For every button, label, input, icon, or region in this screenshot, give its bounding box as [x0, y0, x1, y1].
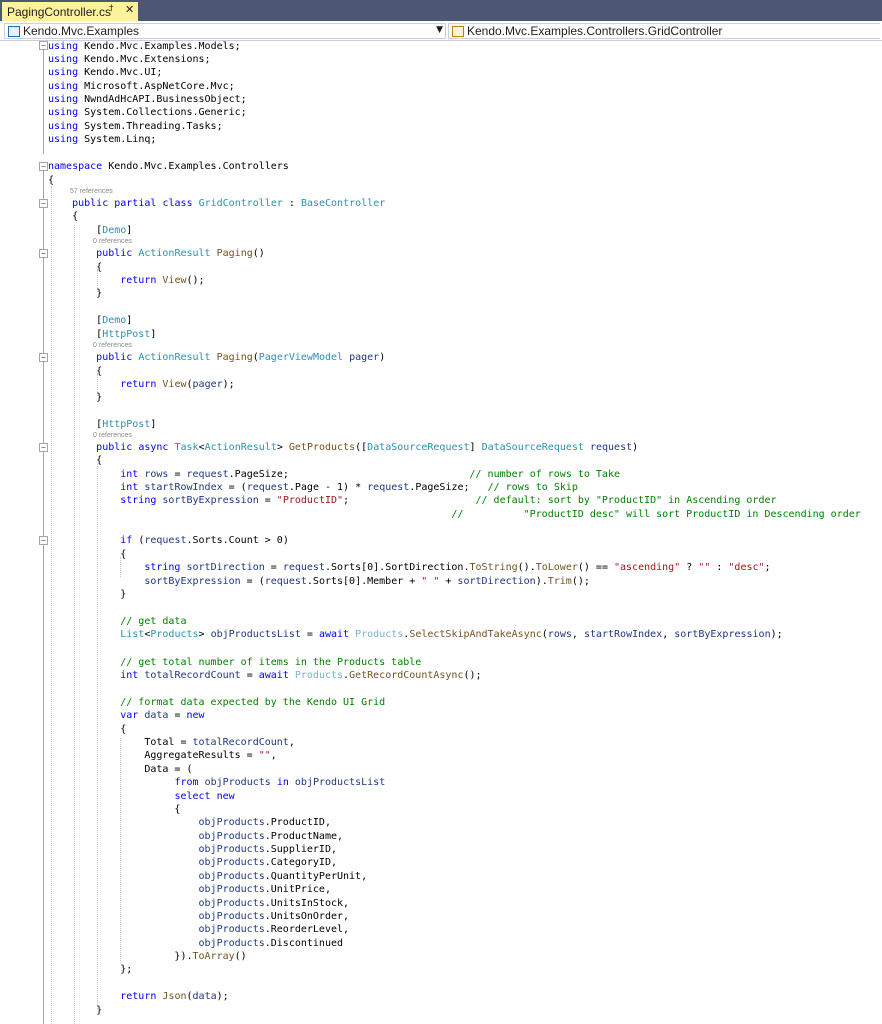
codelens-references[interactable]: 0 references [93, 432, 132, 439]
code-line: using Kendo.Mvc.UI; [48, 67, 163, 78]
collapse-icon[interactable]: − [39, 162, 48, 171]
codelens-references[interactable]: 57 references [70, 188, 113, 195]
code-line: } [48, 1005, 103, 1016]
code-line: } [48, 392, 103, 403]
project-dropdown-label: Kendo.Mvc.Examples [23, 24, 140, 38]
code-line: { [48, 724, 127, 735]
code-line: string sortDirection = request.Sorts[0].… [144, 562, 771, 573]
code-line: sortByExpression = (request.Sorts[0].Mem… [144, 576, 590, 587]
class-icon [452, 25, 464, 37]
code-line: public async Task<ActionResult> GetProdu… [96, 442, 639, 453]
tab-title: PagingController.cs [7, 4, 112, 19]
type-dropdown[interactable]: Kendo.Mvc.Examples.Controllers.GridContr… [448, 23, 880, 39]
code-line: // "ProductID desc" will sort ProductID … [451, 509, 861, 520]
type-dropdown-label: Kendo.Mvc.Examples.Controllers.GridContr… [467, 24, 723, 38]
code-line: namespace Kendo.Mvc.Examples.Controllers [48, 161, 289, 172]
code-line: { [48, 549, 127, 560]
code-line: // format data expected by the Kendo UI … [120, 697, 386, 708]
using-namespace: Kendo.Mvc.Examples.Models; [84, 41, 241, 52]
code-line: objProducts.QuantityPerUnit, [198, 871, 368, 882]
chevron-down-icon: ▼ [436, 25, 443, 35]
csharp-project-icon [8, 25, 20, 37]
project-dropdown[interactable]: Kendo.Mvc.Examples ▼ [4, 23, 446, 39]
code-editor[interactable]: − − − − − − − using Kendo.Mvc.Examples.M… [0, 40, 882, 1024]
code-line: int rows = request.PageSize; // number o… [120, 469, 620, 480]
code-line: using Kendo.Mvc.Examples.Models; [48, 41, 241, 52]
code-line: using Kendo.Mvc.Extensions; [48, 54, 211, 65]
code-line: }; [48, 964, 133, 975]
collapse-icon[interactable]: − [39, 199, 48, 208]
code-line: } [48, 288, 103, 299]
document-tabstrip: PagingController.cs † ✕ [0, 0, 882, 21]
code-line: // get data [120, 616, 187, 627]
code-line: { [48, 455, 103, 466]
code-line: { [48, 262, 103, 273]
collapse-icon[interactable]: − [39, 536, 48, 545]
code-line: using System.Linq; [48, 134, 157, 145]
code-line: AggregateResults = "", [48, 750, 277, 761]
code-line: public ActionResult Paging() [96, 248, 265, 259]
code-line: objProducts.ReorderLevel, [198, 924, 350, 935]
code-line: [HttpPost] [48, 419, 157, 430]
code-line: // get total number of items in the Prod… [120, 657, 422, 668]
code-line: using System.Threading.Tasks; [48, 121, 223, 132]
code-line: objProducts.UnitsOnOrder, [198, 911, 350, 922]
code-line: [Demo] [48, 315, 133, 326]
codelens-references[interactable]: 0 references [93, 238, 132, 245]
code-line: Total = totalRecordCount, [48, 737, 295, 748]
code-line: using System.Collections.Generic; [48, 107, 247, 118]
code-line: using NwndAdHcAPI.BusinessObject; [48, 94, 247, 105]
code-line: objProducts.ProductID, [198, 817, 331, 828]
code-line: int totalRecordCount = await Products.Ge… [120, 670, 482, 681]
code-line: objProducts.Discontinued [198, 938, 344, 949]
outline-line [43, 42, 44, 154]
code-line: { [48, 175, 55, 186]
code-line: { [48, 366, 103, 377]
code-line: from objProducts in objProductsList [174, 777, 386, 788]
code-line: { [48, 804, 181, 815]
code-line: string sortByExpression = "ProductID"; /… [120, 495, 777, 506]
code-line: Data = ( [48, 764, 193, 775]
code-line: objProducts.CategoryID, [198, 857, 337, 868]
code-line: } [48, 589, 127, 600]
code-line: var data = new [120, 710, 205, 721]
code-line: return View(); [120, 275, 205, 286]
pin-icon[interactable]: † [109, 4, 114, 14]
code-line: using Microsoft.AspNetCore.Mvc; [48, 81, 235, 92]
code-line: List<Products> objProductsList = await P… [120, 629, 783, 640]
code-line: return Json(data); [120, 991, 229, 1002]
outline-line [43, 170, 44, 1024]
code-line: select new [174, 791, 235, 802]
codelens-references[interactable]: 0 references [93, 342, 132, 349]
collapse-icon[interactable]: − [39, 353, 48, 362]
collapse-icon[interactable]: − [39, 249, 48, 258]
code-line: objProducts.SupplierID, [198, 844, 337, 855]
code-line: [Demo] [48, 225, 133, 236]
code-line: public partial class GridController : Ba… [72, 198, 386, 209]
code-line: }).ToArray() [48, 951, 247, 962]
close-icon[interactable]: ✕ [125, 3, 134, 16]
code-line: objProducts.ProductName, [198, 831, 344, 842]
code-line: objProducts.UnitsInStock, [198, 898, 350, 909]
code-line: objProducts.UnitPrice, [198, 884, 331, 895]
code-line: public ActionResult Paging(PagerViewMode… [96, 352, 386, 363]
code-line: if (request.Sorts.Count > 0) [120, 535, 289, 546]
code-line: [HttpPost] [48, 329, 157, 340]
tab-pagingcontroller[interactable]: PagingController.cs † ✕ [2, 2, 138, 21]
collapse-icon[interactable]: − [39, 41, 48, 50]
code-line: int startRowIndex = (request.Page - 1) *… [120, 482, 578, 493]
navigation-bar: Kendo.Mvc.Examples ▼ Kendo.Mvc.Examples.… [0, 21, 882, 41]
code-line: { [48, 211, 79, 222]
collapse-icon[interactable]: − [39, 443, 48, 452]
code-line: return View(pager); [120, 379, 235, 390]
